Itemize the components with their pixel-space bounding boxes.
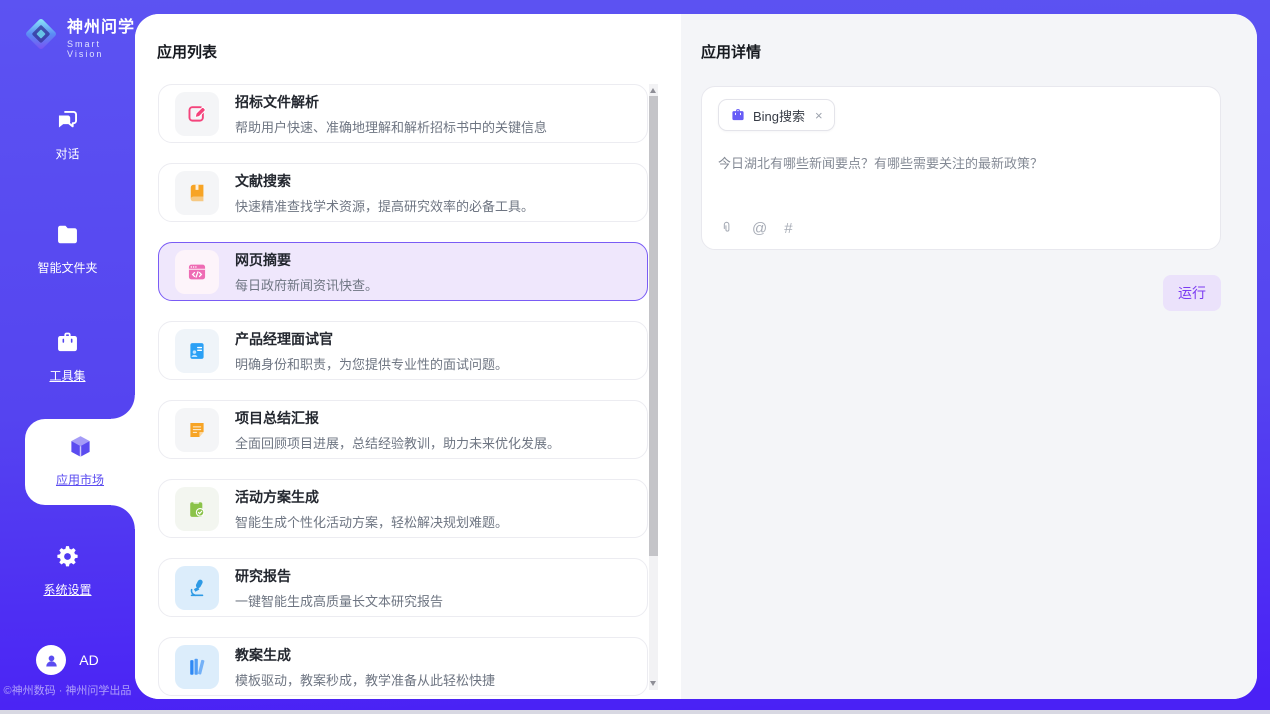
briefcase-tag-icon xyxy=(730,107,746,123)
user-account[interactable]: AD xyxy=(0,645,135,675)
sidebar-item-settings[interactable]: 系统设置 xyxy=(0,543,135,598)
tool-tag-label: Bing搜索 xyxy=(753,106,805,125)
user-name: AD xyxy=(79,652,98,668)
app-card-description: 模板驱动，教案秒成，教学准备从此轻松快捷 xyxy=(235,670,495,689)
app-card[interactable]: 研究报告 一键智能生成高质量长文本研究报告 xyxy=(158,558,648,617)
scroll-down-arrow-icon[interactable] xyxy=(650,681,656,686)
content-panel: 应用列表 招标文件解析 帮助用户快速、准确地理解和解析招标书中的关键信息 文献搜… xyxy=(135,14,1257,699)
app-card[interactable]: 教案生成 模板驱动，教案秒成，教学准备从此轻松快捷 xyxy=(158,637,648,696)
app-card-title: 产品经理面试官 xyxy=(235,329,508,349)
webpage-icon xyxy=(175,250,219,294)
chat-icon xyxy=(0,107,135,139)
app-logo: 神州问学 Smart Vision xyxy=(22,13,135,59)
sidebar-item-smart-folders[interactable]: 智能文件夹 xyxy=(0,221,135,276)
app-list-pane: 应用列表 招标文件解析 帮助用户快速、准确地理解和解析招标书中的关键信息 文献搜… xyxy=(135,14,681,699)
hashtag-icon[interactable]: # xyxy=(784,221,792,236)
brand-tagline: Smart Vision xyxy=(67,39,135,59)
app-card-description: 帮助用户快速、准确地理解和解析招标书中的关键信息 xyxy=(235,117,547,136)
prompt-input[interactable]: 今日湖北有哪些新闻要点？有哪些需要关注的最新政策？ xyxy=(718,154,1204,174)
cube-icon xyxy=(25,433,135,465)
brand-diamond-icon xyxy=(22,15,60,58)
app-card-title: 教案生成 xyxy=(235,645,495,665)
app-list-title: 应用列表 xyxy=(135,14,681,62)
copyright-footer: ©神州数码 · 神州问学出品 xyxy=(0,682,135,698)
app-card[interactable]: 招标文件解析 帮助用户快速、准确地理解和解析招标书中的关键信息 xyxy=(158,84,648,143)
sidebar: 神州问学 Smart Vision 对话 智能文件夹 工具集 应用市场 系统设置… xyxy=(0,0,135,714)
app-card[interactable]: 活动方案生成 智能生成个性化活动方案，轻松解决规划难题。 xyxy=(158,479,648,538)
app-card[interactable]: 网页摘要 每日政府新闻资讯快查。 xyxy=(158,242,648,301)
sidebar-item-chat[interactable]: 对话 xyxy=(0,107,135,162)
app-card[interactable]: 产品经理面试官 明确身份和职责，为您提供专业性的面试问题。 xyxy=(158,321,648,380)
app-card-title: 项目总结汇报 xyxy=(235,408,560,428)
run-button[interactable]: 运行 xyxy=(1163,275,1221,311)
prompt-card: Bing搜索 × 今日湖北有哪些新闻要点？有哪些需要关注的最新政策？ @ # xyxy=(701,86,1221,250)
app-card-description: 一键智能生成高质量长文本研究报告 xyxy=(235,591,443,610)
edit-doc-icon xyxy=(175,92,219,136)
app-card[interactable]: 项目总结汇报 全面回顾项目进展，总结经验教训，助力未来优化发展。 xyxy=(158,400,648,459)
app-card-title: 网页摘要 xyxy=(235,250,378,270)
app-card-description: 明确身份和职责，为您提供专业性的面试问题。 xyxy=(235,354,508,373)
app-card-description: 快速精准查找学术资源，提高研究效率的必备工具。 xyxy=(235,196,534,215)
briefcase-icon xyxy=(0,329,135,361)
run-row: 运行 xyxy=(701,275,1221,311)
sidebar-item-toolset[interactable]: 工具集 xyxy=(0,329,135,384)
attachment-icon[interactable] xyxy=(719,220,735,236)
clipboard-icon xyxy=(175,487,219,531)
sidebar-item-app-market[interactable]: 应用市场 xyxy=(25,419,135,505)
app-card-title: 招标文件解析 xyxy=(235,92,547,112)
book-icon xyxy=(175,171,219,215)
mention-icon[interactable]: @ xyxy=(752,221,767,236)
resume-icon xyxy=(175,329,219,373)
app-card-description: 全面回顾项目进展，总结经验教训，助力未来优化发展。 xyxy=(235,433,560,452)
books-icon xyxy=(175,645,219,689)
tool-tag-bing-search[interactable]: Bing搜索 × xyxy=(718,99,835,131)
user-avatar-icon xyxy=(36,645,66,675)
scroll-up-arrow-icon[interactable] xyxy=(650,88,656,93)
app-card[interactable]: 文献搜索 快速精准查找学术资源，提高研究效率的必备工具。 xyxy=(158,163,648,222)
prompt-toolbar: @ # xyxy=(719,220,793,236)
microscope-icon xyxy=(175,566,219,610)
scrollbar-thumb[interactable] xyxy=(649,96,658,556)
app-card-title: 活动方案生成 xyxy=(235,487,508,507)
app-card-title: 研究报告 xyxy=(235,566,443,586)
note-icon xyxy=(175,408,219,452)
gear-icon xyxy=(0,543,135,575)
folder-icon xyxy=(0,221,135,253)
app-detail-title: 应用详情 xyxy=(701,41,1221,62)
app-card-list: 招标文件解析 帮助用户快速、准确地理解和解析招标书中的关键信息 文献搜索 快速精… xyxy=(158,84,648,699)
app-card-description: 智能生成个性化活动方案，轻松解决规划难题。 xyxy=(235,512,508,531)
app-card-title: 文献搜索 xyxy=(235,171,534,191)
remove-tag-button[interactable]: × xyxy=(815,108,823,123)
app-detail-pane: 应用详情 Bing搜索 × 今日湖北有哪些新闻要点？有哪些需要关注的最新政策？ … xyxy=(681,14,1257,699)
list-scrollbar[interactable] xyxy=(649,84,658,690)
brand-name: 神州问学 xyxy=(67,13,135,37)
app-card-description: 每日政府新闻资讯快查。 xyxy=(235,275,378,294)
